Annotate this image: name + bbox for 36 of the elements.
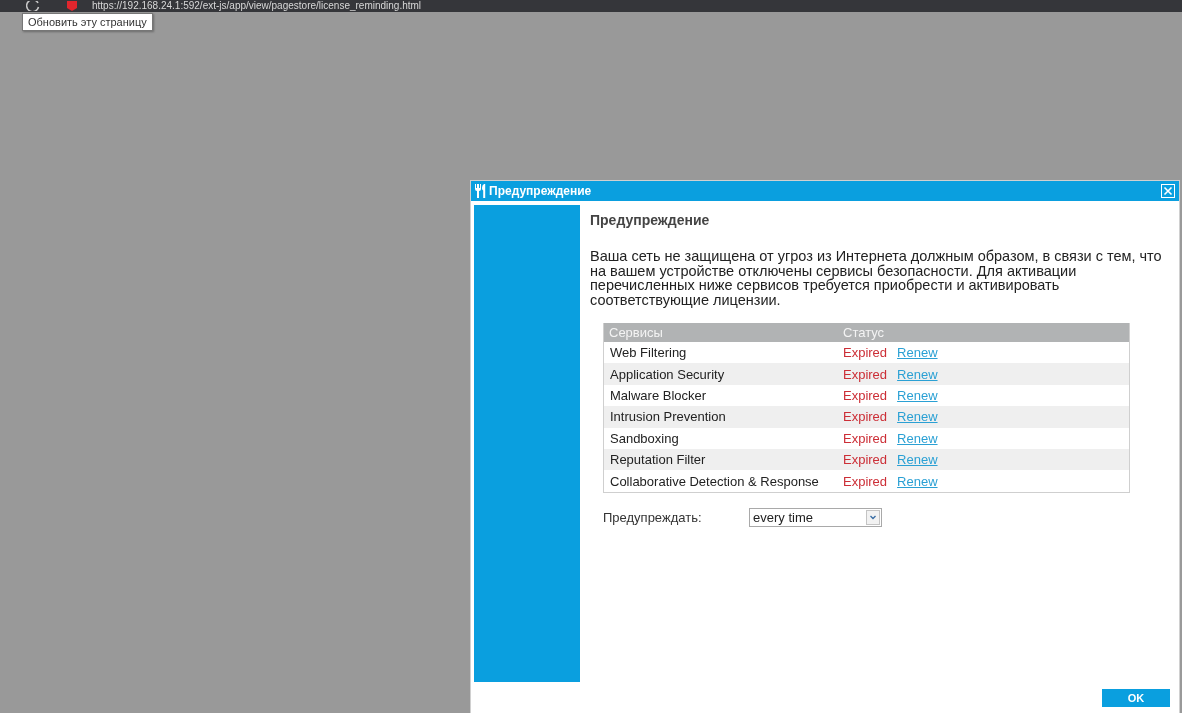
service-name: Web Filtering	[609, 345, 688, 361]
status-text: Expired	[843, 473, 888, 489]
remind-label: Предупреждать:	[603, 509, 703, 525]
status-text: Expired	[843, 366, 888, 382]
shield-icon	[66, 1, 78, 11]
service-name: Application Security	[609, 366, 726, 382]
renew-link[interactable]: Renew	[897, 366, 938, 382]
dialog-title: Предупреждение	[489, 184, 593, 198]
dialog-heading: Предупреждение	[590, 212, 711, 228]
close-button[interactable]	[1161, 184, 1175, 198]
service-name: Malware Blocker	[609, 387, 708, 403]
column-header: Сервисы	[608, 325, 664, 340]
status-text: Expired	[843, 387, 888, 403]
renew-link[interactable]: Renew	[897, 345, 938, 361]
renew-link[interactable]: Renew	[897, 452, 938, 468]
reload-icon[interactable]	[26, 1, 40, 11]
renew-link[interactable]: Renew	[897, 387, 938, 403]
service-name: Sandboxing	[609, 430, 680, 446]
warning-message: Ваша сеть не защищена от угроз из Интернета должным образом, в связи с тем, что на вашем устройстве отключены сервисы безопасности. Для активации перечисленных ниже сервисов требуется приобрести и активировать соответствующие лицензии.	[590, 249, 1162, 307]
service-name: Intrusion Prevention	[609, 409, 727, 425]
close-icon	[1161, 184, 1175, 198]
caret-icon	[866, 509, 880, 525]
status-text: Expired	[843, 430, 888, 446]
renew-link[interactable]: Renew	[897, 430, 938, 446]
remind-select[interactable]: every time	[749, 507, 882, 527]
tooltip: Обновить эту страницу	[22, 13, 153, 31]
status-text: Expired	[843, 409, 888, 425]
fork-knife-icon	[474, 184, 486, 198]
service-name: Reputation Filter	[609, 452, 707, 468]
service-name: Collaborative Detection & Response	[609, 473, 820, 489]
status-text: Expired	[843, 452, 888, 468]
renew-link[interactable]: Renew	[897, 473, 938, 489]
ok-button[interactable]: OK	[1102, 688, 1170, 707]
column-header: Статус	[842, 325, 886, 340]
renew-link[interactable]: Renew	[897, 409, 938, 425]
status-text: Expired	[843, 345, 888, 361]
